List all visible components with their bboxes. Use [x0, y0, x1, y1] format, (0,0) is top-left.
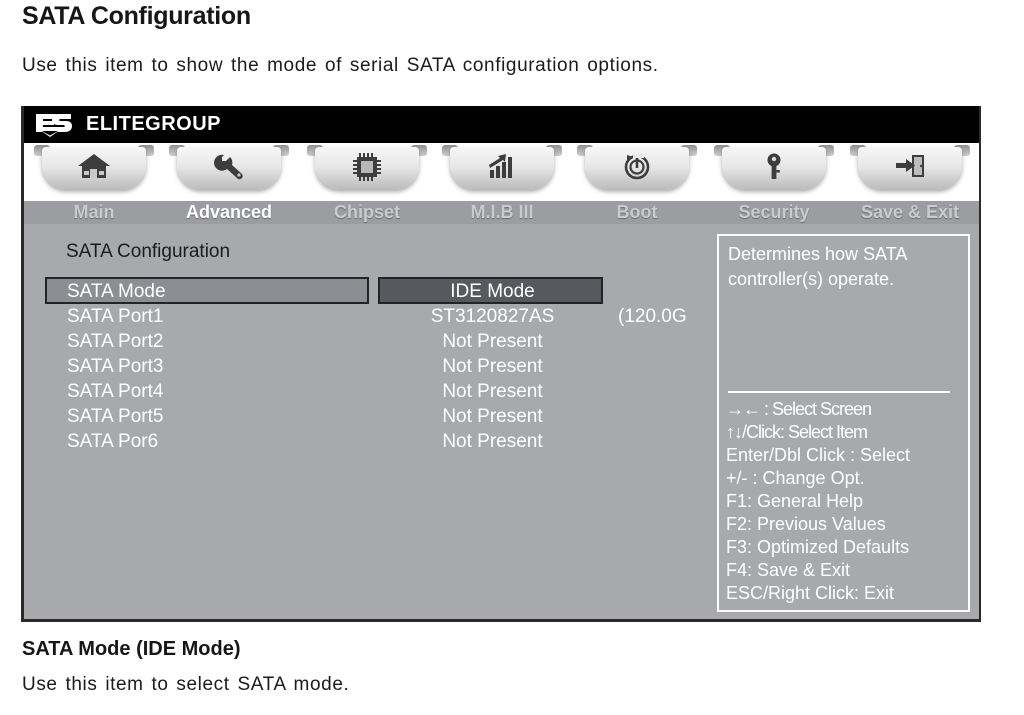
help-description: Determines how SATA controller(s) operat… [728, 244, 907, 289]
setting-value: Not Present [442, 331, 543, 352]
setting-value-capacity: (120.0G [618, 306, 687, 327]
help-key-esc-exit: ESC/Right Click: Exit [726, 583, 895, 603]
tab-save-exit[interactable] [850, 143, 970, 201]
tab-label-mib-iii[interactable]: M.I.B III [442, 201, 562, 224]
setting-value[interactable]: IDE Mode [380, 279, 605, 304]
tab-label-advanced[interactable]: Advanced [169, 201, 289, 224]
section-title: SATA Configuration [66, 241, 231, 262]
home-icon [34, 151, 154, 186]
bios-screen: ELITEGROUP Main Advanced Chipset M.I.B I… [21, 106, 981, 622]
page-title: SATA Configuration [22, 2, 251, 30]
help-key-f4-save-exit: F4: Save & Exit [726, 560, 851, 580]
chart-icon [442, 151, 562, 186]
help-key-select-screen: →← : Select Screen [726, 399, 872, 419]
setting-value: ST3120827AS [430, 306, 555, 327]
setting-label: SATA Port2 [67, 331, 164, 352]
power-icon [577, 151, 697, 186]
tab-chipset[interactable] [307, 143, 427, 201]
tab-bar [24, 143, 979, 201]
brand-name: ELITEGROUP [86, 113, 222, 135]
help-key-select-item: ↑↓/Click: Select Item [726, 422, 868, 442]
tab-mib-iii[interactable] [442, 143, 562, 201]
setting-label: SATA Por6 [67, 431, 159, 452]
setting-value: Not Present [442, 431, 543, 452]
setting-label: SATA Mode [67, 281, 166, 302]
setting-value: Not Present [442, 356, 543, 377]
key-icon [714, 151, 834, 186]
setting-label: SATA Port3 [67, 356, 164, 377]
page-subtitle: Use this item to show the mode of serial… [22, 55, 659, 76]
setting-value: Not Present [442, 406, 543, 427]
tab-main[interactable] [34, 143, 154, 201]
tab-label-chipset[interactable]: Chipset [307, 201, 427, 224]
tab-security[interactable] [714, 143, 834, 201]
help-key-f3-optimized: F3: Optimized Defaults [726, 537, 910, 557]
setting-label: SATA Port5 [67, 406, 164, 427]
wrench-icon [169, 151, 289, 186]
tab-boot[interactable] [577, 143, 697, 201]
ecs-logo-icon [34, 111, 82, 137]
setting-label: SATA Port4 [67, 381, 164, 402]
help-key-f2-previous-values: F2: Previous Values [726, 514, 886, 534]
help-divider [728, 391, 950, 393]
caption-title: SATA Mode (IDE Mode) [22, 638, 241, 660]
help-key-change-opt: +/- : Change Opt. [726, 468, 865, 488]
setting-label: SATA Port1 [67, 306, 164, 327]
setting-value: Not Present [442, 381, 543, 402]
tab-label-boot[interactable]: Boot [577, 201, 697, 224]
help-panel: Determines how SATA controller(s) operat… [717, 234, 970, 612]
bios-content: SATA Configuration SATA Mode IDE Mode SA… [24, 224, 979, 619]
help-key-f1-general-help: F1: General Help [726, 491, 864, 511]
tab-label-strip: Main Advanced Chipset M.I.B III Boot Sec… [24, 201, 979, 224]
caption-text: Use this item to select SATA mode. [22, 674, 350, 695]
brand-bar: ELITEGROUP [24, 106, 979, 143]
tab-advanced[interactable] [169, 143, 289, 201]
chip-icon [307, 151, 427, 186]
tab-label-security[interactable]: Security [714, 201, 834, 224]
tab-label-save-exit[interactable]: Save & Exit [850, 201, 970, 224]
tab-label-main[interactable]: Main [34, 201, 154, 224]
help-key-legend: →← : Select Screen ↑↓/Click: Select Item… [726, 398, 970, 605]
exit-door-icon [850, 151, 970, 186]
help-key-enter-select: Enter/Dbl Click : Select [726, 445, 911, 465]
